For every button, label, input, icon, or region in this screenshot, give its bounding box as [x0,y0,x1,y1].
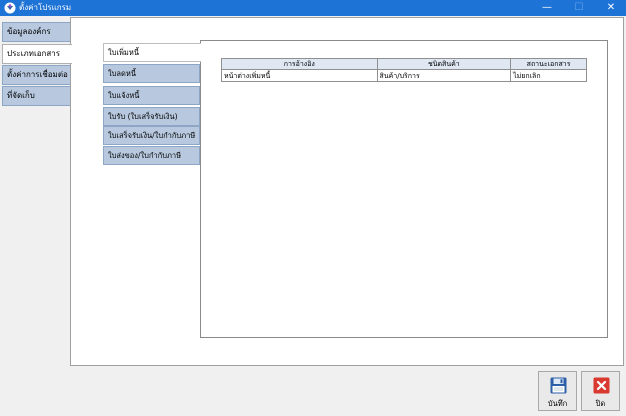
tab-document-type[interactable]: ประเภทเอกสาร [2,44,72,64]
tab-label: ใบรับ (ใบเสร็จรับเงิน) [108,112,178,121]
tab-storage[interactable]: ที่จัดเก็บ [2,86,70,106]
tab-invoice[interactable]: ใบแจ้งหนี้ [103,86,200,105]
table-row[interactable]: หน้าต่างเพิ่มหนี้ สินค้า/บริการ ไม่ยกเลิ… [221,69,587,82]
app-icon [4,2,16,14]
tab-label: ประเภทเอกสาร [7,49,61,58]
tab-organization-info[interactable]: ข้อมูลองค์กร [2,22,70,42]
tab-credit-note[interactable]: ใบลดหนี้ [103,64,200,83]
tab-debit-note[interactable]: ใบเพิ่มหนี้ [103,43,201,62]
save-button[interactable]: บันทึก [538,371,577,411]
document-type-table: การอ้างอิง ชนิดสินค้า สถานะเอกสาร หน้าต่… [221,58,587,82]
cell-reference[interactable]: หน้าต่างเพิ่มหนี้ [221,69,378,82]
tab-delivery-tax-invoice[interactable]: ใบส่งของ/ใบกำกับภาษี [103,146,200,165]
tab-label: ตั้งค่าการเชื่อมต่อ [7,70,68,79]
close-label: ปิด [595,399,606,408]
minimize-button[interactable]: — [532,0,562,16]
close-button[interactable]: ปิด [581,371,620,411]
tab-receipt-tax-invoice[interactable]: ใบเสร็จรับเงิน/ใบกำกับภาษี [103,126,200,145]
cell-document-status[interactable]: ไม่ยกเลิก [510,69,587,82]
tab-label: ข้อมูลองค์กร [7,27,51,36]
close-window-button[interactable]: ✕ [596,0,626,16]
document-settings-panel [200,40,608,338]
save-label: บันทึก [547,399,568,408]
column-header-document-status[interactable]: สถานะเอกสาร [510,58,587,70]
column-header-product-type[interactable]: ชนิดสินค้า [376,58,512,70]
tab-label: ใบลดหนี้ [108,69,136,78]
column-header-reference[interactable]: การอ้างอิง [221,58,378,70]
table-header-row: การอ้างอิง ชนิดสินค้า สถานะเอกสาร [221,58,587,70]
close-x-icon [593,377,610,394]
tab-label: ใบส่งของ/ใบกำกับภาษี [108,151,182,160]
tab-label: ใบเสร็จรับเงิน/ใบกำกับภาษี [108,131,196,140]
title-bar: ตั้งค่าโปรแกรม — ☐ ✕ [0,0,626,16]
tab-label: ที่จัดเก็บ [7,91,35,100]
maximize-button[interactable]: ☐ [564,0,594,16]
window-title: ตั้งค่าโปรแกรม [19,3,72,12]
tab-label: ใบแจ้งหนี้ [108,91,140,100]
floppy-disk-icon [550,377,567,394]
tab-connection-settings[interactable]: ตั้งค่าการเชื่อมต่อ [2,65,70,85]
tab-label: ใบเพิ่มหนี้ [108,48,139,57]
tab-receipt[interactable]: ใบรับ (ใบเสร็จรับเงิน) [103,107,200,126]
cell-product-type[interactable]: สินค้า/บริการ [376,69,512,82]
